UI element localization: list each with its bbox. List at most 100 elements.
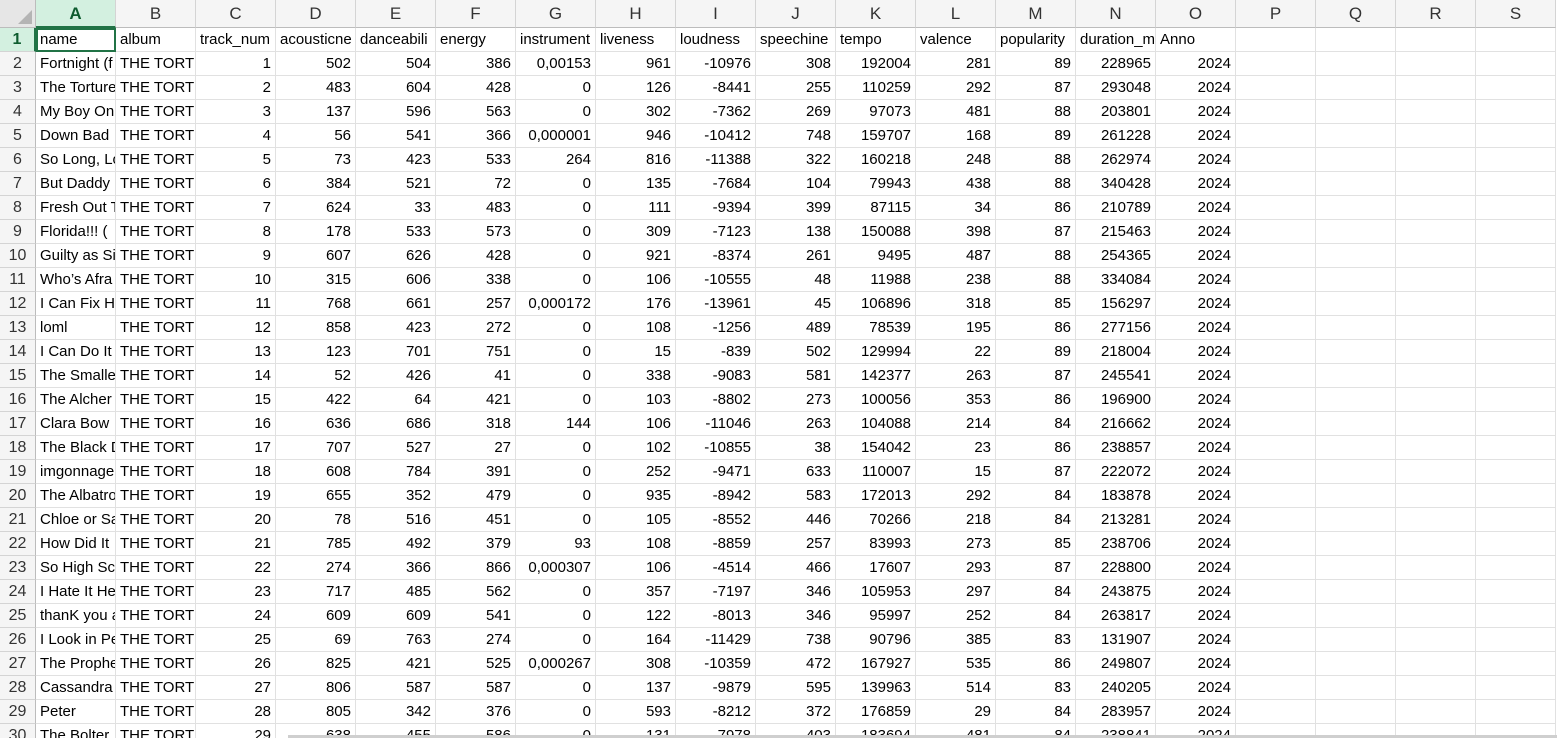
cell-e20[interactable]: 352: [356, 484, 436, 508]
cell-o23[interactable]: 2024: [1156, 556, 1236, 580]
cell-i27[interactable]: -10359: [676, 652, 756, 676]
cell-b3[interactable]: THE TORTU: [116, 76, 196, 100]
cell-j23[interactable]: 466: [756, 556, 836, 580]
cell-c9[interactable]: 8: [196, 220, 276, 244]
select-all-corner[interactable]: [0, 0, 36, 28]
cell-b5[interactable]: THE TORTU: [116, 124, 196, 148]
cell-a9[interactable]: Florida!!! (: [36, 220, 116, 244]
column-header-l[interactable]: L: [916, 0, 996, 28]
cell-m17[interactable]: 84: [996, 412, 1076, 436]
cell-h4[interactable]: 302: [596, 100, 676, 124]
cell-m19[interactable]: 87: [996, 460, 1076, 484]
cell-f22[interactable]: 379: [436, 532, 516, 556]
cell-s1[interactable]: [1476, 28, 1556, 52]
cell-h24[interactable]: 357: [596, 580, 676, 604]
cell-k16[interactable]: 100056: [836, 388, 916, 412]
cell-s18[interactable]: [1476, 436, 1556, 460]
cell-i21[interactable]: -8552: [676, 508, 756, 532]
cell-n20[interactable]: 183878: [1076, 484, 1156, 508]
cell-e24[interactable]: 485: [356, 580, 436, 604]
cell-d21[interactable]: 78: [276, 508, 356, 532]
column-header-k[interactable]: K: [836, 0, 916, 28]
cell-h13[interactable]: 108: [596, 316, 676, 340]
cell-c20[interactable]: 19: [196, 484, 276, 508]
cell-n16[interactable]: 196900: [1076, 388, 1156, 412]
cell-s29[interactable]: [1476, 700, 1556, 724]
cell-l15[interactable]: 263: [916, 364, 996, 388]
row-header-6[interactable]: 6: [0, 148, 36, 172]
cell-d6[interactable]: 73: [276, 148, 356, 172]
cell-b21[interactable]: THE TORTU: [116, 508, 196, 532]
cell-g10[interactable]: 0: [516, 244, 596, 268]
cell-p19[interactable]: [1236, 460, 1316, 484]
cell-n2[interactable]: 228965: [1076, 52, 1156, 76]
cell-r11[interactable]: [1396, 268, 1476, 292]
cell-f24[interactable]: 562: [436, 580, 516, 604]
cell-a6[interactable]: So Long, Lo: [36, 148, 116, 172]
cell-q1[interactable]: [1316, 28, 1396, 52]
cell-j8[interactable]: 399: [756, 196, 836, 220]
cell-p12[interactable]: [1236, 292, 1316, 316]
row-header-29[interactable]: 29: [0, 700, 36, 724]
cell-l16[interactable]: 353: [916, 388, 996, 412]
cell-a10[interactable]: Guilty as Si: [36, 244, 116, 268]
cell-n3[interactable]: 293048: [1076, 76, 1156, 100]
cell-o1[interactable]: Anno: [1156, 28, 1236, 52]
cell-q10[interactable]: [1316, 244, 1396, 268]
cell-m14[interactable]: 89: [996, 340, 1076, 364]
cell-l6[interactable]: 248: [916, 148, 996, 172]
cell-i16[interactable]: -8802: [676, 388, 756, 412]
cell-b26[interactable]: THE TORTU: [116, 628, 196, 652]
cell-g25[interactable]: 0: [516, 604, 596, 628]
cell-s20[interactable]: [1476, 484, 1556, 508]
cell-e21[interactable]: 516: [356, 508, 436, 532]
cell-d4[interactable]: 137: [276, 100, 356, 124]
cell-f26[interactable]: 274: [436, 628, 516, 652]
cell-p24[interactable]: [1236, 580, 1316, 604]
cell-i26[interactable]: -11429: [676, 628, 756, 652]
cell-l27[interactable]: 535: [916, 652, 996, 676]
cell-d7[interactable]: 384: [276, 172, 356, 196]
cell-a30[interactable]: The Bolter: [36, 724, 116, 738]
cell-n25[interactable]: 263817: [1076, 604, 1156, 628]
cell-e28[interactable]: 587: [356, 676, 436, 700]
cell-p3[interactable]: [1236, 76, 1316, 100]
cell-c22[interactable]: 21: [196, 532, 276, 556]
cell-r19[interactable]: [1396, 460, 1476, 484]
cell-f1[interactable]: energy: [436, 28, 516, 52]
cell-q7[interactable]: [1316, 172, 1396, 196]
cell-s23[interactable]: [1476, 556, 1556, 580]
cell-g11[interactable]: 0: [516, 268, 596, 292]
cell-k15[interactable]: 142377: [836, 364, 916, 388]
cell-j16[interactable]: 273: [756, 388, 836, 412]
cell-g24[interactable]: 0: [516, 580, 596, 604]
cell-b9[interactable]: THE TORTU: [116, 220, 196, 244]
cell-c4[interactable]: 3: [196, 100, 276, 124]
cell-h11[interactable]: 106: [596, 268, 676, 292]
cell-s6[interactable]: [1476, 148, 1556, 172]
row-header-3[interactable]: 3: [0, 76, 36, 100]
row-header-7[interactable]: 7: [0, 172, 36, 196]
cell-g22[interactable]: 93: [516, 532, 596, 556]
cell-n1[interactable]: duration_m: [1076, 28, 1156, 52]
cell-c12[interactable]: 11: [196, 292, 276, 316]
cell-p16[interactable]: [1236, 388, 1316, 412]
cell-d1[interactable]: acousticne: [276, 28, 356, 52]
cell-q3[interactable]: [1316, 76, 1396, 100]
cell-b20[interactable]: THE TORTU: [116, 484, 196, 508]
cell-r6[interactable]: [1396, 148, 1476, 172]
row-header-9[interactable]: 9: [0, 220, 36, 244]
cell-r20[interactable]: [1396, 484, 1476, 508]
row-header-12[interactable]: 12: [0, 292, 36, 316]
cell-s16[interactable]: [1476, 388, 1556, 412]
cell-g4[interactable]: 0: [516, 100, 596, 124]
cell-q8[interactable]: [1316, 196, 1396, 220]
row-header-24[interactable]: 24: [0, 580, 36, 604]
cell-j6[interactable]: 322: [756, 148, 836, 172]
cell-n12[interactable]: 156297: [1076, 292, 1156, 316]
cell-r22[interactable]: [1396, 532, 1476, 556]
cell-c18[interactable]: 17: [196, 436, 276, 460]
cell-i15[interactable]: -9083: [676, 364, 756, 388]
cell-h5[interactable]: 946: [596, 124, 676, 148]
cell-e26[interactable]: 763: [356, 628, 436, 652]
